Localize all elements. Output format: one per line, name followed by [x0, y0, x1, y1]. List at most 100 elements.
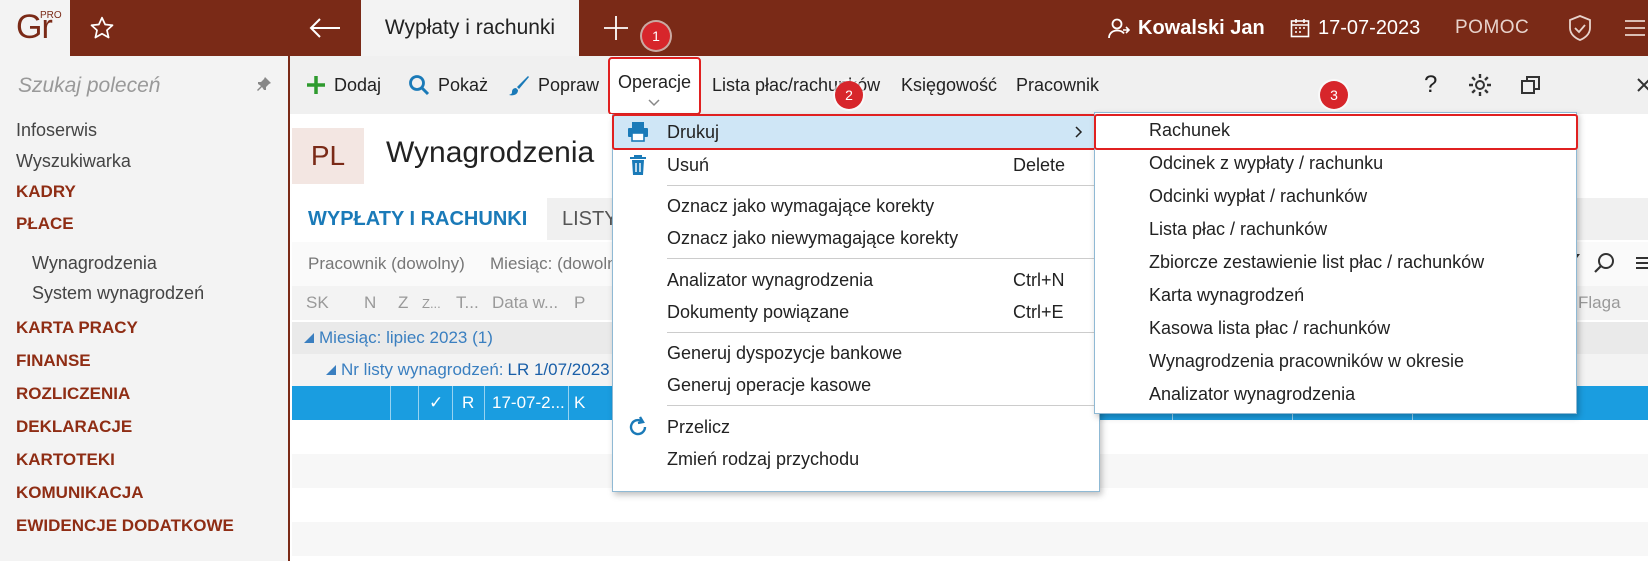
operations-button[interactable]: Operacje — [608, 57, 701, 115]
toolbar: Dodaj Pokaż Popraw Lista płac/rachunków … — [290, 56, 1648, 114]
star-icon[interactable] — [82, 0, 122, 56]
sidebar-item-rozliczenia[interactable]: ROZLICZENIA — [16, 384, 130, 404]
calendar-icon — [1290, 18, 1310, 38]
submenu-item-odcinki[interactable]: Odcinki wypłat / rachunków — [1149, 180, 1367, 213]
menu-item-mark-correction[interactable]: Oznacz jako wymagające korekty — [613, 190, 1099, 223]
restore-window-icon[interactable] — [1520, 56, 1542, 114]
employee-menu[interactable]: Pracownik — [1016, 56, 1099, 114]
col-t[interactable]: T... — [456, 286, 479, 320]
menu-item-mark-no-correction-label: Oznacz jako niewymagające korekty — [667, 228, 959, 248]
menu-item-bank-dispositions-label: Generuj dyspozycje bankowe — [667, 343, 903, 363]
submenu-item-lista-plac[interactable]: Lista płac / rachunków — [1149, 213, 1327, 246]
chevron-down-icon — [648, 99, 660, 107]
col-p[interactable]: P — [574, 286, 585, 320]
sidebar-item-finanse[interactable]: FINANSE — [16, 351, 91, 371]
sidebar-item-karta-pracy[interactable]: KARTA PRACY — [16, 318, 138, 338]
filter-month[interactable]: Miesiąc: (dowolny) — [490, 242, 631, 286]
cell-divider — [452, 386, 453, 420]
sidebar-item-infoserwis[interactable]: Infoserwis — [16, 120, 97, 141]
row-k: K — [574, 393, 586, 412]
submenu-item-odcinek[interactable]: Odcinek z wypłaty / rachunku — [1149, 147, 1383, 180]
collapse-triangle-icon — [304, 333, 314, 343]
menu-item-recalculate[interactable]: Przelicz — [613, 411, 1099, 444]
cell-divider — [568, 386, 569, 420]
menu-item-delete-label: Usuń — [667, 155, 710, 175]
tab-wyplaty-i-rachunki[interactable]: Wypłaty i rachunki — [361, 0, 579, 56]
grid-search-icon[interactable] — [1594, 252, 1616, 274]
menu-item-related-docs[interactable]: Dokumenty powiązane Ctrl+E — [613, 296, 1099, 329]
module-badge: PL — [292, 128, 364, 184]
filter-employee[interactable]: Pracownik (dowolny) — [308, 242, 465, 286]
submenu-item-karta-wynagrodzen[interactable]: Karta wynagrodzeń — [1149, 279, 1304, 312]
group-month-label: Miesiąc: lipiec 2023 (1) — [319, 328, 493, 347]
col-data[interactable]: Data w... — [492, 286, 558, 320]
refresh-icon — [627, 416, 649, 443]
menu-separator — [667, 332, 1095, 333]
menu-separator — [667, 258, 1095, 259]
row-check: ✓ — [429, 393, 444, 412]
hamburger-menu-icon[interactable] — [1622, 0, 1648, 56]
pin-icon[interactable] — [256, 76, 272, 97]
trash-icon — [627, 154, 649, 181]
sidebar-item-system-wynagrodzen[interactable]: System wynagrodzeń — [32, 283, 204, 304]
show-button[interactable]: Pokaż — [408, 56, 488, 114]
accounting-menu[interactable]: Księgowość — [901, 56, 997, 114]
add-button[interactable]: Dodaj — [306, 56, 381, 114]
brush-icon — [508, 74, 530, 96]
sidebar-item-deklaracje[interactable]: DEKLARACJE — [16, 417, 132, 437]
new-tab-plus-icon[interactable] — [598, 0, 634, 56]
sidebar: Szukaj poleceń Infoserwis Wyszukiwarka K… — [0, 56, 290, 561]
submenu-item-kasowa-lista[interactable]: Kasowa lista płac / rachunków — [1149, 312, 1390, 345]
tab-wyplaty-i-rachunki-view[interactable]: WYPŁATY I RACHUNKI — [292, 198, 547, 240]
empty-row — [292, 522, 1648, 556]
tab-listy[interactable]: LISTY — [562, 198, 618, 240]
help-icon[interactable]: ? — [1424, 56, 1437, 114]
edit-button[interactable]: Popraw — [508, 56, 599, 114]
command-search-input[interactable]: Szukaj poleceń — [18, 74, 160, 98]
col-flaga[interactable]: Flaga — [1578, 286, 1621, 320]
cell-divider — [418, 386, 419, 420]
col-sk[interactable]: SK — [306, 286, 329, 320]
menu-item-delete[interactable]: Usuń Delete — [613, 149, 1099, 182]
grid-menu-icon[interactable] — [1636, 256, 1648, 270]
cell-divider — [390, 386, 391, 420]
sidebar-item-place[interactable]: PŁACE — [16, 214, 74, 234]
menu-item-salary-analyzer-shortcut: Ctrl+N — [1013, 270, 1065, 290]
help-link[interactable]: POMOC — [1455, 0, 1529, 56]
menu-item-change-income-type[interactable]: Zmień rodzaj przychodu — [613, 443, 1099, 476]
menu-item-bank-dispositions[interactable]: Generuj dyspozycje bankowe — [613, 337, 1099, 370]
menu-item-cash-operations[interactable]: Generuj operacje kasowe — [613, 369, 1099, 402]
magnifier-icon — [408, 74, 430, 96]
collapse-triangle-icon — [326, 365, 336, 375]
menu-item-salary-analyzer[interactable]: Analizator wynagrodzenia Ctrl+N — [613, 264, 1099, 297]
submenu-item-analizator[interactable]: Analizator wynagrodzenia — [1149, 378, 1355, 411]
rachunek-highlight-frame — [1094, 114, 1578, 150]
sidebar-item-komunikacja[interactable]: KOMUNIKACJA — [16, 483, 144, 503]
col-z[interactable]: Z — [398, 286, 408, 320]
user-menu[interactable]: Kowalski Jan — [1108, 0, 1265, 56]
app-logo[interactable]: Gr PRO — [0, 0, 70, 56]
sidebar-item-wynagrodzenia[interactable]: Wynagrodzenia — [32, 253, 157, 274]
step-badge-3: 3 — [1320, 81, 1348, 109]
sidebar-item-kartoteki[interactable]: KARTOTEKI — [16, 450, 115, 470]
menu-item-change-income-type-label: Zmień rodzaj przychodu — [667, 449, 860, 469]
gear-icon[interactable] — [1468, 56, 1492, 114]
submenu-item-wynagrodzenia-w-okresie[interactable]: Wynagrodzenia pracowników w okresie — [1149, 345, 1464, 378]
sidebar-item-wyszukiwarka[interactable]: Wyszukiwarka — [16, 151, 131, 172]
shield-icon[interactable] — [1562, 0, 1598, 56]
user-name: Kowalski Jan — [1138, 16, 1265, 39]
working-date-value: 17-07-2023 — [1318, 16, 1421, 39]
sidebar-item-ewidencje-dodatkowe[interactable]: EWIDENCJE DODATKOWE — [16, 516, 234, 536]
menu-item-cash-operations-label: Generuj operacje kasowe — [667, 375, 872, 395]
back-arrow-icon[interactable] — [302, 0, 348, 56]
col-z2[interactable]: Z... — [422, 286, 441, 320]
menu-item-mark-no-correction[interactable]: Oznacz jako niewymagające korekty — [613, 222, 1099, 255]
col-n[interactable]: N — [364, 286, 376, 320]
working-date[interactable]: 17-07-2023 — [1290, 0, 1420, 56]
submenu-item-zbiorcze-zestawienie[interactable]: Zbiorcze zestawienie list płac / rachunk… — [1149, 246, 1484, 279]
close-icon[interactable] — [1636, 56, 1648, 114]
group-list-label: Nr listy wynagrodzeń: — [341, 360, 504, 379]
cell-divider — [484, 386, 485, 420]
row-type: R — [462, 393, 475, 412]
sidebar-item-kadry[interactable]: KADRY — [16, 182, 76, 202]
